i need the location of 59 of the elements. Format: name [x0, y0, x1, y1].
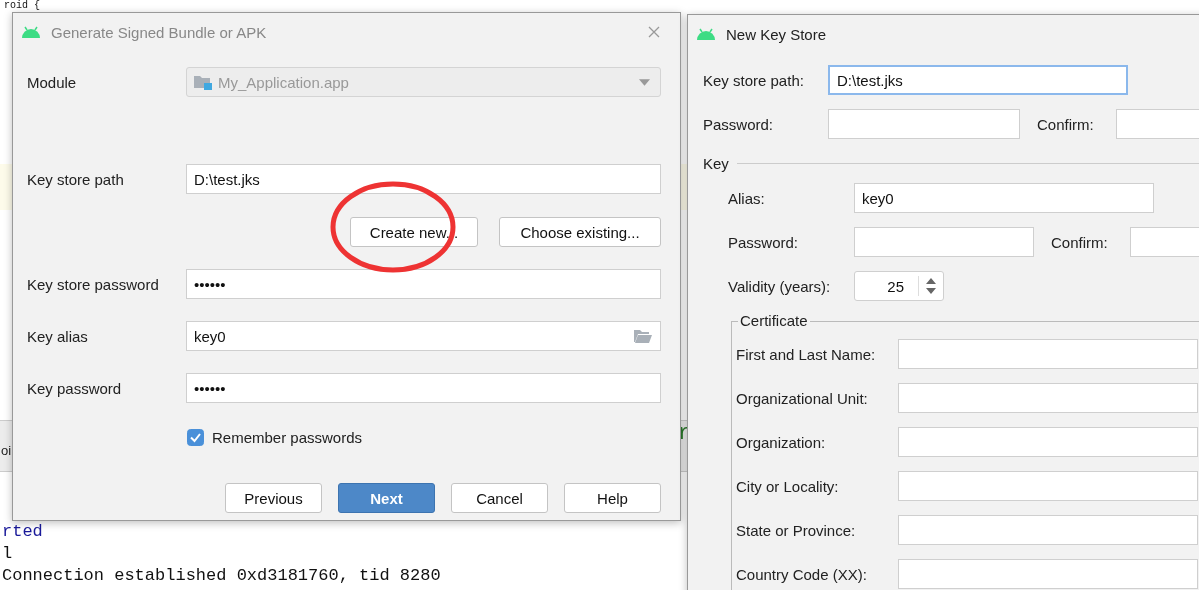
caret-icon: [639, 78, 650, 86]
field-label: Password:: [728, 233, 800, 251]
field-label: Key store path: [27, 170, 125, 188]
dialog-button[interactable]: Previous: [225, 483, 322, 513]
field-value: 25: [886, 277, 905, 295]
field-label: Key store path:: [703, 71, 805, 89]
certificate-field[interactable]: [898, 383, 1198, 413]
checkbox[interactable]: [187, 428, 204, 446]
key-store-path-field[interactable]: D:\test.jks: [186, 164, 661, 194]
code-line: Connection established 0xd3181760, tid 8280: [2, 565, 441, 587]
certificate-field[interactable]: [898, 339, 1198, 369]
field-label: Key store password: [27, 275, 160, 293]
dialog-button[interactable]: Next: [338, 483, 435, 513]
dialog-button[interactable]: Cancel: [451, 483, 548, 513]
key-alias-field[interactable]: key0: [186, 321, 661, 351]
section-title: Key: [703, 154, 729, 172]
field-label: Key alias: [27, 327, 89, 345]
validity-spinner[interactable]: 25: [854, 271, 944, 301]
close-icon[interactable]: [648, 26, 660, 38]
code-line: l: [2, 543, 13, 565]
certificate-field[interactable]: [898, 471, 1198, 501]
code-line: rted: [2, 521, 43, 543]
field-label: Alias:: [728, 189, 766, 207]
field-label: Organizational Unit:: [736, 389, 869, 407]
dialog-button[interactable]: Help: [564, 483, 661, 513]
stepper-arrows-icon[interactable]: [918, 276, 937, 296]
password-field[interactable]: ••••••: [186, 373, 661, 403]
field-label: City or Locality:: [736, 477, 840, 495]
password-field[interactable]: [854, 227, 1034, 257]
field-label: Country Code (XX):: [736, 565, 868, 583]
field-label: Confirm:: [1051, 233, 1109, 251]
module-folder-icon: [194, 74, 212, 90]
field-label: Password:: [703, 115, 775, 133]
field-value: key0: [194, 327, 227, 345]
group-title: Certificate: [738, 313, 810, 329]
key-store-path-field[interactable]: D:\test.jks: [828, 65, 1128, 95]
alias-field[interactable]: key0: [854, 183, 1154, 213]
robot-icon: [696, 28, 716, 40]
field-label: First and Last Name:: [736, 345, 877, 363]
window-title: Generate Signed Bundle or APK: [51, 23, 267, 41]
field-label: Confirm:: [1037, 115, 1095, 133]
folder-icon[interactable]: [634, 329, 652, 343]
certificate-field[interactable]: [898, 515, 1198, 545]
robot-icon: [21, 26, 41, 38]
window-title: New Key Store: [726, 25, 827, 43]
field-label: Organization:: [736, 433, 827, 451]
field-label: Validity (years):: [728, 277, 832, 295]
certificate-field[interactable]: [898, 427, 1198, 457]
dropdown-value: My_Application.app: [218, 73, 349, 91]
checkbox-label: Remember passwords: [212, 428, 363, 446]
password-field[interactable]: ••••••: [186, 269, 661, 299]
choose-existing-button[interactable]: Choose existing...: [499, 217, 661, 247]
tool-strip-text: oi: [1, 442, 12, 458]
field-label: Key password: [27, 379, 123, 397]
field-label: Module: [27, 73, 78, 91]
code-line: roid {: [4, 0, 40, 12]
password-field[interactable]: [828, 109, 1020, 139]
certificate-field[interactable]: [898, 559, 1198, 589]
field-label: State or Province:: [736, 521, 857, 539]
